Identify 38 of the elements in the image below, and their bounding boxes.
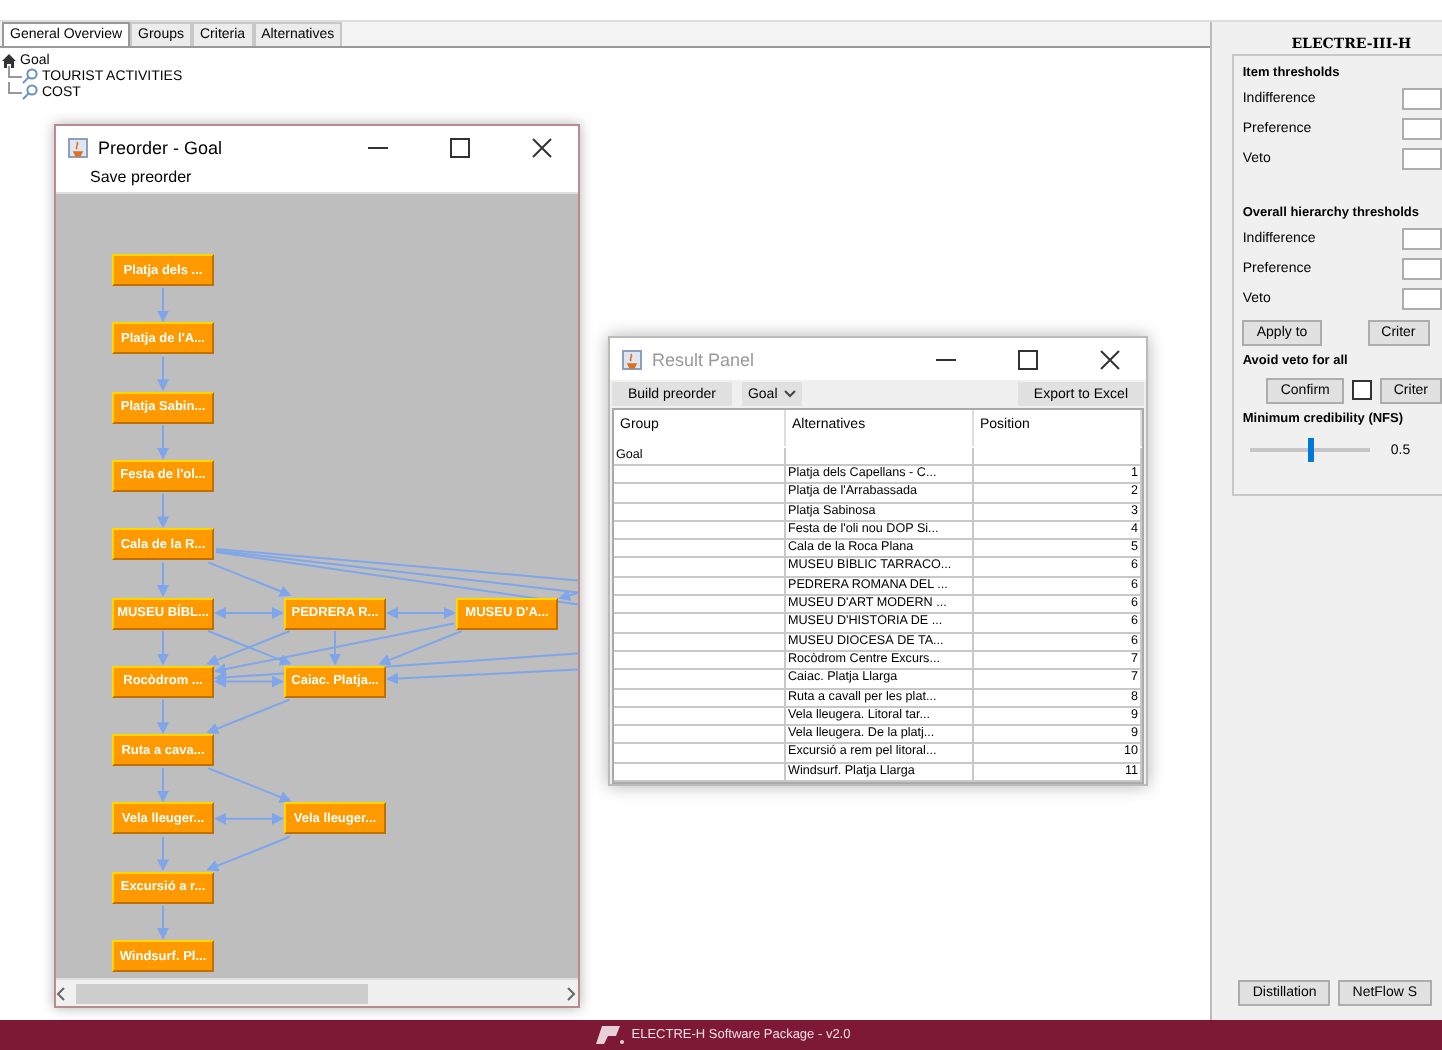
logo-icon [591,1024,624,1046]
close-icon[interactable] [532,137,552,157]
arrow [157,355,169,392]
scroll-right-icon [566,985,578,1001]
arrow [157,767,169,803]
input-field[interactable] [1402,118,1442,140]
checkbox[interactable] [1351,380,1372,400]
maximize-icon[interactable] [1018,349,1038,369]
home-icon [2,53,16,67]
arrow [157,561,169,597]
app-icon [622,349,642,369]
window-title: Result Panel [652,349,757,369]
arrow [157,492,169,529]
chevron-down-icon [783,390,796,399]
arrow [207,767,292,803]
arrow [206,835,291,872]
input-field[interactable] [1402,228,1442,250]
arrow [157,424,169,460]
menu-item[interactable]: Save preorder [90,168,192,192]
arrow [157,287,169,323]
input-field[interactable] [1402,88,1442,110]
slider-thumb[interactable] [1308,438,1315,462]
arrow [157,630,169,666]
close-icon[interactable] [1100,349,1120,369]
maximize-icon[interactable] [450,137,470,157]
scroll-left-icon [56,985,68,1001]
arrow [214,812,284,825]
arrow [157,698,169,735]
input-field[interactable] [1402,258,1442,280]
window-title: Preorder - Goal [98,137,225,157]
arrow [157,904,169,940]
input-field[interactable] [1402,148,1442,170]
arrow [206,698,291,735]
scrollbar-thumb[interactable] [76,983,368,1003]
arrow [157,835,169,872]
app-icon [68,137,88,157]
crossing-arrows [206,630,292,666]
input-field[interactable] [1402,288,1442,310]
